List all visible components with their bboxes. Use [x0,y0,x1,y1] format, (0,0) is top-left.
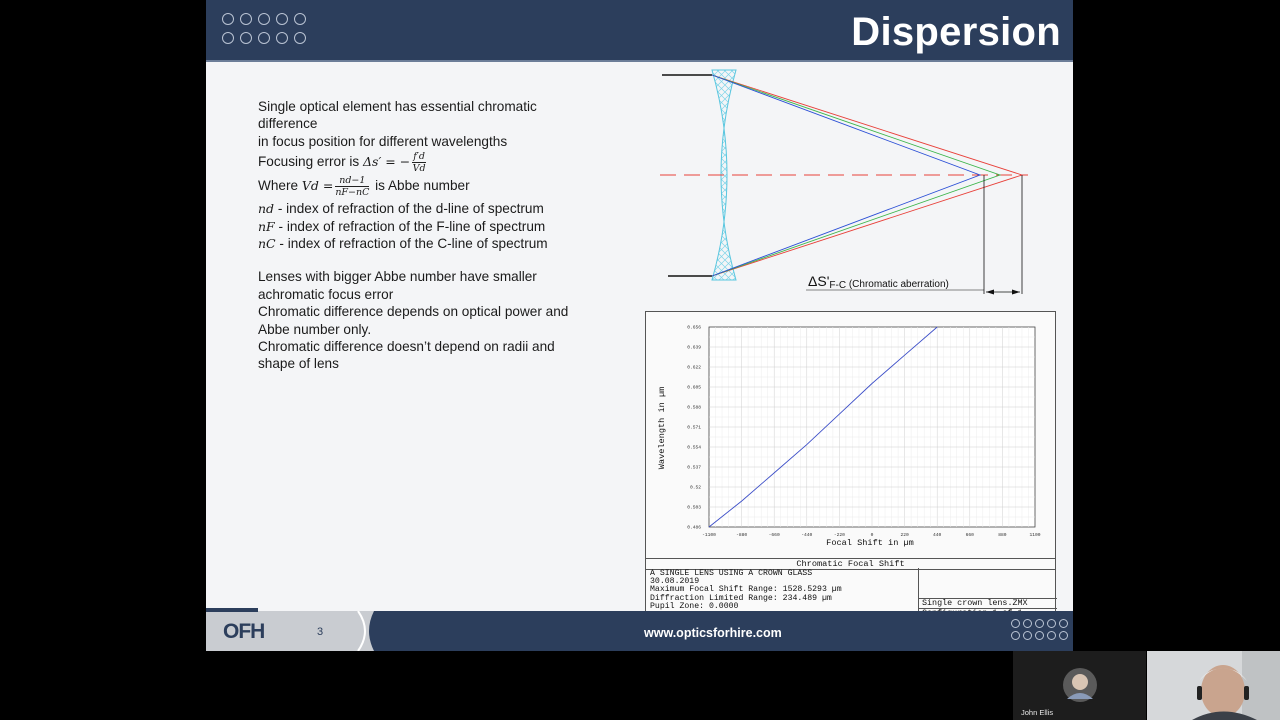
nd-description: - index of refraction of the d-line of s… [274,201,544,217]
text-line: difference [258,116,318,132]
fraction-numerator: nd−1 [335,175,370,188]
text-line: achromatic focus error [258,286,394,302]
plot-file-info: Single crown lens.ZMX Configuration 1 of… [918,568,1057,616]
text-line: in focus position for different waveleng… [258,133,508,149]
footer-accent [206,608,258,612]
decorative-dots-icon [222,13,306,44]
green-ray [711,74,1002,277]
y-tick-label: 0.605 [687,385,701,391]
focal-shift-chart: -1100 -880 -660 -440 -220 0 220 440 660 880 1100 0… [657,325,1041,549]
nf-description: - index of refraction of the F-line of s… [274,218,546,234]
webcam-feed [1147,651,1280,720]
abbe-fraction: nd−1 nF−nC [335,175,370,199]
abbe-prefix: Where [258,178,302,194]
footer-curve-decoration [357,611,376,651]
red-ray [711,74,1024,277]
fraction-denominator: nF−nC [335,187,370,199]
participant-name: John Ellis [1021,708,1054,717]
x-tick-label: -1100 [702,532,716,538]
text-line: Single optical element has essential chr… [258,99,537,114]
nc-description: - index of refraction of the C-line of s… [275,236,548,252]
fraction-numerator: f′d [412,151,426,164]
text-line: shape of lens [258,356,339,372]
website-link[interactable]: www.opticsforhire.com [644,626,782,640]
abbe-number-line: Where Vd = nd−1 nF−nC is Abbe number [258,175,608,198]
y-tick-label: 0.622 [687,365,701,371]
nd-line: nd - index of refraction of the d-line o… [258,200,608,217]
slide-body-text: Single optical element has essential chr… [258,98,608,373]
y-tick-label: 0.656 [687,325,701,331]
chromatic-focal-shift-plot: -1100 -880 -660 -440 -220 0 220 440 660 880 1100 0… [645,311,1057,618]
abbe-equation: Vd = [301,178,334,194]
x-tick-label: 1100 [1029,532,1040,538]
presentation-slide: Dispersion Single optical element has es… [206,0,1073,651]
page-number: 3 [317,626,324,638]
participant-strip: John Ellis [1013,651,1280,720]
focusing-error-equation: Δs′ = − [363,154,411,170]
text-line: Chromatic difference depends on optical … [258,304,569,320]
nc-line: nC - index of refraction of the C-line o… [258,235,608,252]
x-tick-label: -660 [769,532,780,538]
x-axis-label: Focal Shift in µm [826,538,914,548]
plot-info: A SINGLE LENS USING A CROWN GLASS 30.08.2… [650,569,842,611]
focusing-error-fraction: f′d Vd [412,151,426,174]
y-tick-label: 0.639 [687,345,701,351]
x-tick-label: -440 [801,532,812,538]
meeting-stage: Dispersion Single optical element has es… [0,0,1280,720]
text-line: Chromatic difference doesn’t depend on r… [258,339,555,355]
footer-dots-icon [1011,619,1068,640]
y-axis-ticks: 0.486 0.503 0.52 0.537 0.554 0.571 0.588 0.605 0… [687,325,701,531]
y-tick-label: 0.52 [690,485,701,491]
file-name: Single crown lens.ZMX [919,598,1057,608]
aberration-label: ΔS'F-C (Chromatic aberration) [808,273,949,291]
y-axis-label: Wavelength in µm [657,387,667,470]
x-tick-label: 660 [966,532,975,538]
y-tick-label: 0.486 [687,525,701,531]
info-line: Pupil Zone: 0.0000 [650,601,739,611]
nd-symbol: nd [258,201,275,217]
slide-title: Dispersion [851,10,1061,54]
focusing-error-line: Focusing error is Δs′ = − f′d Vd [258,151,608,174]
abbe-suffix: is Abbe number [371,178,470,194]
focusing-error-prefix: Focusing error is [258,154,364,170]
y-tick-label: 0.571 [687,425,701,431]
nf-symbol: nF [258,218,275,234]
nf-line: nF - index of refraction of the F-line o… [258,218,608,235]
text-line: Lenses with bigger Abbe number have smal… [258,269,537,285]
participant-video-tile[interactable] [1147,651,1280,720]
x-tick-label: 440 [933,532,942,538]
blue-ray [711,74,982,277]
participant-tile[interactable]: John Ellis [1013,651,1146,720]
y-tick-label: 0.503 [687,505,701,511]
nc-symbol: nC [258,236,276,252]
x-tick-label: -880 [736,532,747,538]
y-tick-label: 0.588 [687,405,701,411]
ofh-logo: OFH [223,620,265,643]
text-line: Abbe number only. [258,321,372,337]
y-tick-label: 0.537 [687,465,701,471]
chart-grid [708,326,1036,528]
x-tick-label: 880 [998,532,1007,538]
y-tick-label: 0.554 [687,445,701,451]
lens-ray-diagram: ΔS'F-C (Chromatic aberration) [660,69,1028,295]
slide-header: Dispersion [206,0,1073,62]
fraction-denominator: Vd [412,163,426,175]
